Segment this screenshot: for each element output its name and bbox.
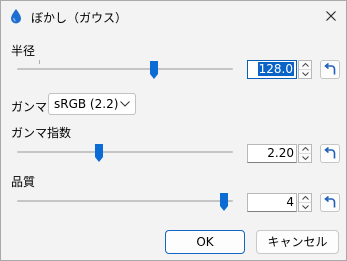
chevron-down-icon <box>120 101 130 107</box>
gamma-exponent-value-text: 2.20 <box>267 146 294 160</box>
chevron-up-icon <box>302 196 309 200</box>
slider-thumb[interactable] <box>219 192 229 212</box>
quality-value-field[interactable]: 4 <box>247 193 297 212</box>
radius-value-field[interactable]: 128.0 <box>247 60 297 79</box>
slider-thumb[interactable] <box>149 60 159 80</box>
gamma-exponent-decrement[interactable] <box>299 154 311 162</box>
ok-button[interactable]: OK <box>165 230 245 254</box>
quality-decrement[interactable] <box>299 203 311 211</box>
reset-arrow-icon <box>324 63 336 75</box>
droplet-icon <box>9 8 23 24</box>
quality-slider[interactable] <box>17 191 233 213</box>
reset-arrow-icon <box>324 147 336 159</box>
reset-arrow-icon <box>324 196 336 208</box>
gamma-exponent-reset-button[interactable] <box>320 144 340 163</box>
window-title: ぼかし（ガウス） <box>31 11 128 25</box>
quality-value-text: 4 <box>286 195 294 209</box>
gamma-exponent-label: ガンマ指数 <box>11 126 72 140</box>
gamma-dropdown[interactable]: sRGB (2.2) <box>48 93 136 115</box>
dialog-window: ぼかし（ガウス） 半径 128.0 ガンマ: sRGB (2.2) ガンマ指数 … <box>0 0 347 261</box>
quality-spinner[interactable] <box>298 193 312 212</box>
radius-reset-button[interactable] <box>320 60 340 79</box>
radius-increment[interactable] <box>299 61 311 70</box>
radius-slider[interactable] <box>17 59 233 81</box>
slider-tick <box>39 60 40 64</box>
gamma-exponent-spinner[interactable] <box>298 144 312 163</box>
gamma-exponent-slider[interactable] <box>17 142 233 164</box>
close-button[interactable] <box>316 1 346 31</box>
close-icon <box>326 11 336 21</box>
radius-label: 半径 <box>11 44 36 58</box>
slider-track <box>17 200 233 202</box>
gamma-label: ガンマ: <box>11 100 52 114</box>
quality-increment[interactable] <box>299 194 311 203</box>
gamma-selected-value: sRGB (2.2) <box>54 97 119 111</box>
radius-decrement[interactable] <box>299 70 311 78</box>
radius-spinner[interactable] <box>298 60 312 79</box>
quality-label: 品質 <box>11 175 36 189</box>
slider-track <box>17 151 233 153</box>
gamma-exponent-increment[interactable] <box>299 145 311 154</box>
gamma-exponent-value-field[interactable]: 2.20 <box>247 144 297 163</box>
chevron-down-icon <box>302 72 309 76</box>
slider-thumb[interactable] <box>94 143 104 163</box>
chevron-up-icon <box>302 147 309 151</box>
cancel-button[interactable]: キャンセル <box>256 230 339 254</box>
chevron-down-icon <box>302 156 309 160</box>
chevron-down-icon <box>302 205 309 209</box>
radius-value-text: 128.0 <box>257 62 294 76</box>
slider-track <box>17 68 233 70</box>
quality-reset-button[interactable] <box>320 193 340 212</box>
chevron-up-icon <box>302 63 309 67</box>
title-bar: ぼかし（ガウス） <box>1 1 346 31</box>
